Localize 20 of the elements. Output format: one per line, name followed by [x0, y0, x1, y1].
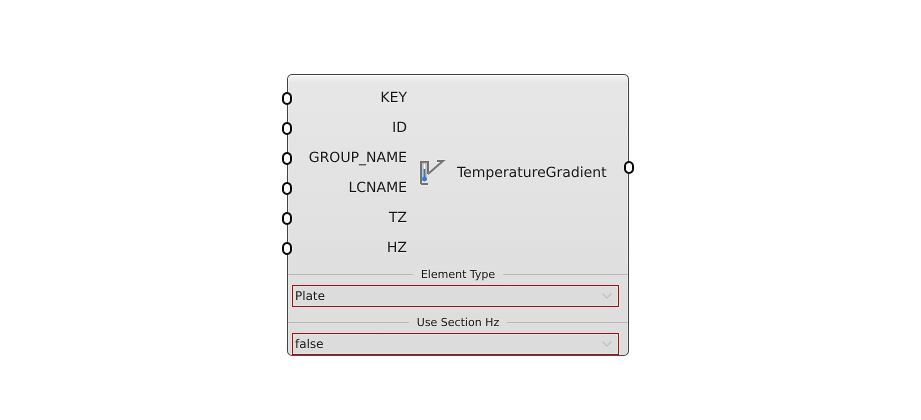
- input-grip[interactable]: [282, 242, 292, 255]
- dropdown[interactable]: false: [292, 333, 619, 355]
- chevron-icon: [602, 293, 612, 299]
- chevron-icon: [602, 341, 612, 347]
- input-grip[interactable]: [282, 152, 292, 165]
- input-grip[interactable]: [282, 92, 292, 105]
- section-title: Use Section Hz: [416, 316, 500, 328]
- input-label: LCNAME: [348, 180, 407, 196]
- input-label: HZ: [386, 240, 407, 256]
- input-grip[interactable]: [282, 182, 292, 195]
- input-label: GROUP_NAME: [308, 150, 407, 166]
- input-label: ID: [392, 120, 407, 136]
- input-grip[interactable]: [282, 212, 292, 225]
- component-name: TemperatureGradient: [457, 165, 607, 181]
- output-grip[interactable]: [624, 161, 634, 174]
- section-title: Element Type: [420, 268, 496, 280]
- input-label: TZ: [388, 210, 407, 226]
- dropdown[interactable]: Plate: [292, 285, 619, 307]
- input-grip[interactable]: [282, 122, 292, 135]
- input-label: KEY: [380, 90, 407, 106]
